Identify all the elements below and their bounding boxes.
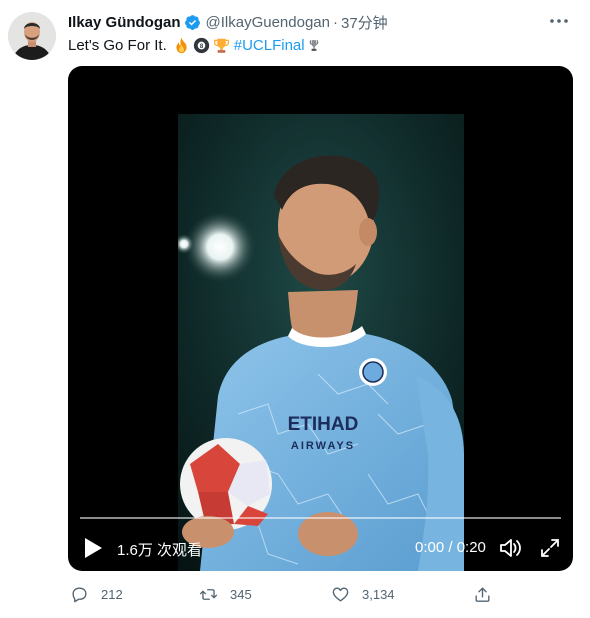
- jersey-sponsor-sub: AIRWAYS: [291, 440, 355, 452]
- like-count: 3,134: [362, 586, 395, 602]
- fullscreen-icon[interactable]: [539, 537, 561, 559]
- author-handle[interactable]: @IlkayGuendogan: [206, 14, 330, 31]
- avatar[interactable]: [8, 12, 56, 60]
- tweet-header: Ilkay Gündogan @IlkayGuendogan · 37分钟: [68, 12, 388, 32]
- author-name[interactable]: Ilkay Gündogan: [68, 14, 181, 31]
- video-progress-bar[interactable]: [80, 517, 561, 519]
- separator-dot: ·: [333, 13, 338, 31]
- share-button[interactable]: [473, 582, 492, 606]
- video-view-count: 1.6万 次观看: [117, 542, 203, 559]
- play-icon[interactable]: [82, 536, 104, 560]
- tweet-text: Let's Go For It. 8 #UCLFinal: [68, 34, 320, 56]
- trophy-emoji-icon: [213, 38, 229, 53]
- reply-button[interactable]: 212: [70, 582, 123, 606]
- video-player[interactable]: ETIHAD AIRWAYS 1.6万 次观看 0:00 / 0:20: [68, 66, 573, 571]
- fire-emoji-icon: [176, 37, 187, 53]
- like-button[interactable]: 3,134: [331, 582, 395, 606]
- verified-badge-icon: [184, 14, 200, 30]
- tweet-timestamp[interactable]: 37分钟: [341, 12, 388, 33]
- reply-icon: [72, 586, 87, 602]
- jersey-sponsor: ETIHAD: [288, 414, 359, 435]
- retweet-icon: [199, 588, 218, 600]
- video-frame[interactable]: ETIHAD AIRWAYS: [178, 114, 464, 571]
- more-options-icon[interactable]: [546, 10, 572, 32]
- video-time: 0:00 / 0:20: [415, 539, 486, 556]
- retweet-count: 345: [230, 586, 252, 602]
- heart-icon: [332, 586, 349, 602]
- reply-count: 212: [101, 586, 123, 602]
- share-icon: [475, 586, 490, 602]
- 8-ball-emoji-icon: 8: [193, 37, 209, 53]
- hashtag-link[interactable]: #UCLFinal: [234, 37, 305, 54]
- tweet: Ilkay Gündogan @IlkayGuendogan · 37分钟 Le…: [0, 0, 590, 618]
- ucl-trophy-emoji-icon: [309, 39, 318, 51]
- tweet-body: Let's Go For It.: [68, 36, 167, 54]
- tweet-actions: 212 345 3,134: [68, 582, 573, 606]
- retweet-button[interactable]: 345: [199, 582, 252, 606]
- volume-icon[interactable]: [498, 536, 522, 560]
